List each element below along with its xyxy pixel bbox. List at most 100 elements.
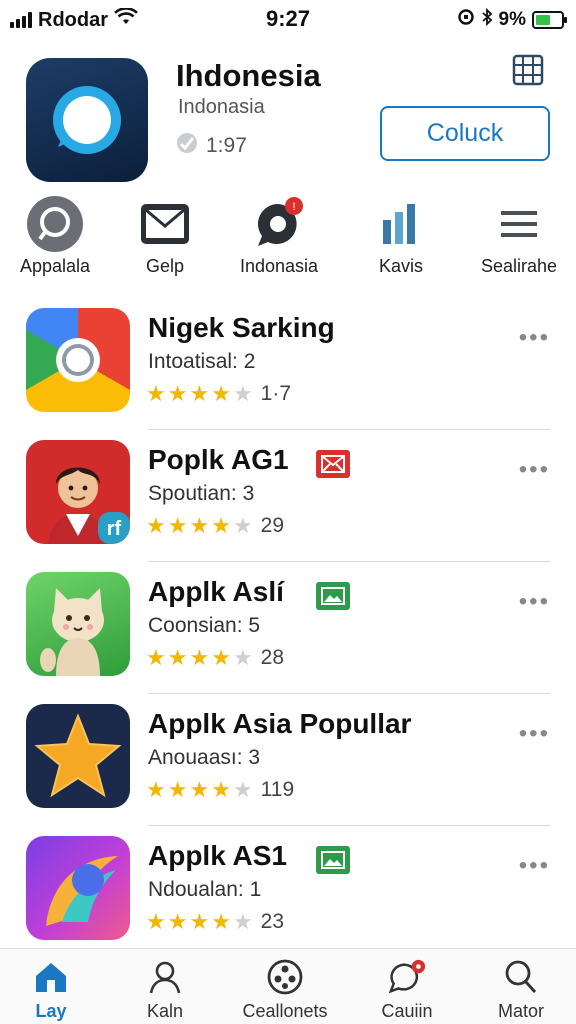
rating-count: 1·7 [260,382,292,405]
category-kavis[interactable]: Kavis [346,196,456,277]
star-icon: ★ [211,513,231,538]
star-icon: ★ [167,645,188,670]
star-empty-icon: ★ [232,909,253,934]
star-icon: ★ [167,909,188,934]
rating-count: 23 [260,910,285,933]
cat-icon [26,572,130,676]
tab-bar: Lay Kaln Ceallonets Cauiin Mator [0,948,576,1024]
rating-stars: ★ ★ ★ ★ ★ 28 [146,646,284,670]
person-icon [145,957,185,997]
more-options-icon[interactable]: ••• [519,588,550,616]
star-icon: ★ [189,645,210,670]
star-icon: ★ [167,513,188,538]
status-right: 9% [457,7,567,32]
rating-badge-icon [176,132,198,160]
featured-app-icon[interactable] [26,58,148,182]
tab-label: Kaln [146,1001,184,1021]
status-bar: Rdodar 9:27 9% [0,0,576,40]
bluetooth-icon [481,7,493,32]
star-empty-icon: ★ [232,777,253,802]
tab-kaln[interactable]: Kaln [110,957,220,1022]
chat-bubble-icon: ! [249,196,309,252]
featured-app-rating: 1:97 [176,132,247,160]
app-meta: Anouaası: 3 [148,746,261,769]
tab-cauiin[interactable]: Cauiin [352,957,462,1022]
star-icon: ★ [167,777,188,802]
category-label: Gelp [145,256,185,276]
svg-text:!: ! [292,201,295,213]
category-label: Sealirahe [480,256,558,276]
list-item[interactable]: rf Poplk AG1 Spoutian: 3 ★ ★ ★ ★ ★ 29 ••• [0,430,576,562]
tab-label: Mator [497,1001,544,1021]
list-item[interactable]: Applk Asia Popullar Anouaası: 3 ★ ★ ★ ★ ★ 11… [0,694,576,826]
star-icon: ★ [211,777,231,802]
app-name: Applk Aslí [148,576,284,607]
mail-icon [135,196,195,252]
category-sealirahe[interactable]: Sealirahe [464,196,574,277]
rating-count: 119 [260,778,295,801]
star-icon: ★ [167,381,188,406]
tab-label: Ceallonets [242,1001,328,1021]
home-icon [31,957,71,997]
star-icon: ★ [211,381,231,406]
list-item[interactable]: Applk Aslí Coonsian: 5 ★ ★ ★ ★ ★ 28 ••• [0,562,576,694]
star-icon: ★ [146,909,166,934]
app-meta: Spoutian: 3 [148,482,255,505]
search-icon [501,957,541,997]
search-chat-icon [25,196,85,252]
star-icon [26,704,130,808]
battery-icon [532,11,567,29]
app-meta: Ndoualan: 1 [148,878,262,901]
tab-ceallonets[interactable]: Ceallonets [230,957,340,1022]
list-item[interactable]: Nigek Sarking Intoatisal: 2 ★ ★ ★ ★ ★ 1·7 ••… [0,298,576,430]
featured-app-rating-value: 1:97 [206,134,247,157]
more-options-icon[interactable]: ••• [519,456,550,484]
mail-badge-icon [316,450,350,478]
star-icon: ★ [189,909,210,934]
category-label: Indonasia [239,256,319,276]
tab-label: Cauiin [381,1001,433,1021]
list-item[interactable]: Applk AS1 Ndoualan: 1 ★ ★ ★ ★ ★ 23 ••• [0,826,576,958]
person-avatar-icon: rf [26,440,130,544]
star-icon: ★ [189,777,210,802]
bar-chart-icon [371,196,431,252]
chat-bubble-icon [387,957,427,997]
category-label: Kavis [378,256,423,276]
more-options-icon[interactable]: ••• [519,720,550,748]
film-reel-icon [265,957,305,997]
menu-icon [489,196,549,252]
tab-lay[interactable]: Lay [0,957,106,1022]
more-options-icon[interactable]: ••• [519,324,550,352]
star-icon: ★ [189,381,210,406]
tab-label: Lay [35,1001,67,1021]
rating-stars: ★ ★ ★ ★ ★ 1·7 [146,382,291,406]
chrome-icon [26,308,130,412]
app-meta: Coonsian: 5 [148,614,261,637]
svg-text:rf: rf [107,518,122,540]
more-options-icon[interactable]: ••• [519,852,550,880]
app-meta: Intoatisal: 2 [148,350,256,373]
star-icon: ★ [211,645,231,670]
tab-mator[interactable]: Mator [466,957,576,1022]
gradient-swoosh-icon [26,836,130,940]
featured-app-subtitle: Indonasia [178,96,265,118]
coluck-button[interactable]: Coluck [380,106,550,161]
featured-app-title: Ihdonesia [176,58,321,93]
app-name: Nigek Sarking [148,312,335,343]
rating-stars: ★ ★ ★ ★ ★ 29 [146,514,284,538]
category-gelp[interactable]: Gelp [110,196,220,277]
star-empty-icon: ★ [232,513,253,538]
rating-stars: ★ ★ ★ ★ ★ 23 [146,910,284,934]
category-appalala[interactable]: Appalala [0,196,110,277]
rating-count: 29 [260,514,285,537]
star-icon: ★ [146,645,166,670]
rating-stars: ★ ★ ★ ★ ★ 119 [146,778,294,802]
star-empty-icon: ★ [232,381,253,406]
star-icon: ★ [146,381,166,406]
grid-icon[interactable] [510,52,546,88]
app-list: Nigek Sarking Intoatisal: 2 ★ ★ ★ ★ ★ 1·7 ••… [0,298,576,958]
star-icon: ★ [189,513,210,538]
category-indonasia[interactable]: ! Indonasia [224,196,334,277]
image-badge-icon [316,846,350,874]
battery-percent: 9% [498,9,526,30]
